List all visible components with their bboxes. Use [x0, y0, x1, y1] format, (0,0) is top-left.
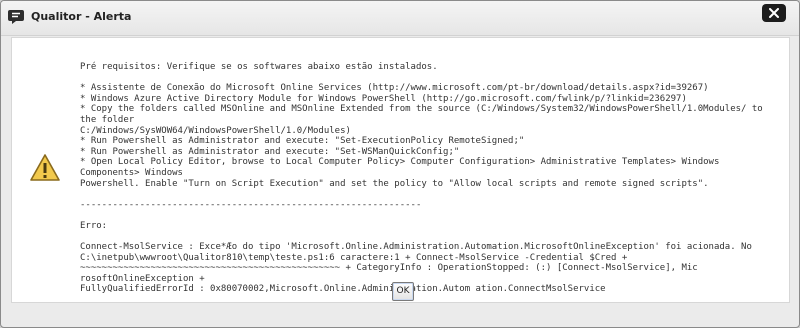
chat-bubble-icon	[7, 9, 25, 25]
title-bar[interactable]: Qualitor - Alerta	[1, 1, 799, 36]
close-icon	[769, 8, 779, 18]
alert-dialog: Qualitor - Alerta Pré requisitos: Verifi…	[0, 0, 800, 328]
ok-button-label: OK	[396, 286, 410, 296]
warning-icon	[29, 153, 61, 183]
message-panel: Pré requisitos: Verifique se os software…	[11, 37, 790, 303]
window-title: Qualitor - Alerta	[31, 10, 132, 23]
close-button[interactable]	[762, 4, 786, 22]
ok-button[interactable]: OK	[392, 282, 414, 301]
alert-message-text: Pré requisitos: Verifique se os software…	[80, 62, 763, 295]
